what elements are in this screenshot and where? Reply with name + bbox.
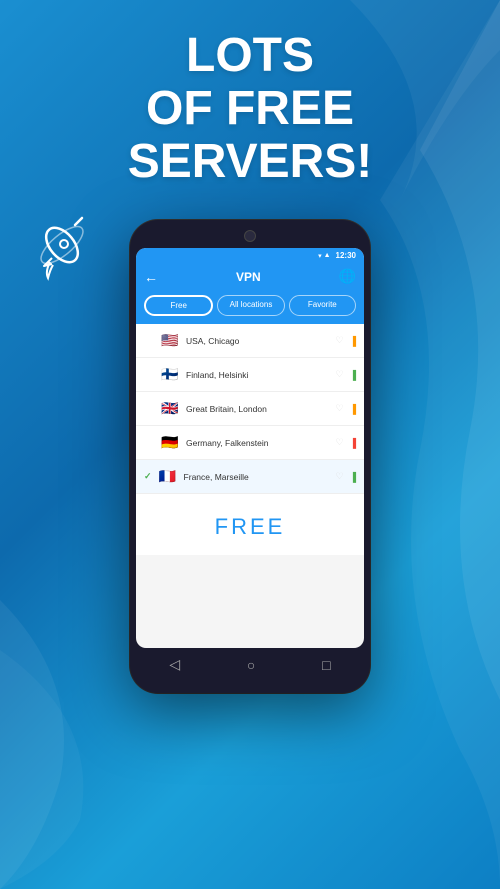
- nav-back-button[interactable]: ◁: [169, 656, 180, 673]
- tab-all-locations[interactable]: All locations: [217, 295, 284, 316]
- phone-mockup: ▾ ▲ 12:30 ← VPN 🌐 Free All locations: [130, 220, 370, 693]
- signal-usa: ▐: [350, 336, 356, 346]
- server-item-france[interactable]: ✓ 🇫🇷 France, Marseille ♡ ▐: [136, 460, 364, 494]
- server-item-gb[interactable]: 🇬🇧 Great Britain, London ♡ ▐: [136, 392, 364, 426]
- header-section: Lots of free servers!: [0, 30, 500, 188]
- status-bar: ▾ ▲ 12:30: [136, 248, 364, 263]
- heart-icon-france[interactable]: ♡: [336, 471, 344, 482]
- signal-icon: ▲: [324, 252, 331, 259]
- status-icons: ▾ ▲: [318, 252, 330, 260]
- server-list: 🇺🇸 USA, Chicago ♡ ▐ 🇫🇮 Finland, Helsinki…: [136, 324, 364, 494]
- tab-favorite[interactable]: Favorite: [289, 295, 356, 316]
- heart-icon-germany[interactable]: ♡: [336, 437, 344, 448]
- header-title: Lots of free servers!: [0, 30, 500, 188]
- app-header: ← VPN 🌐: [136, 263, 364, 290]
- heart-icon-usa[interactable]: ♡: [336, 335, 344, 346]
- server-item-usa[interactable]: 🇺🇸 USA, Chicago ♡ ▐: [136, 324, 364, 358]
- flag-germany: 🇩🇪: [160, 434, 180, 451]
- phone-nav-bar: ◁ ○ □: [136, 648, 364, 677]
- signal-finland: ▐: [350, 370, 356, 380]
- server-name-gb: Great Britain, London: [186, 404, 330, 414]
- free-area: FREE: [136, 494, 364, 555]
- tab-bar: Free All locations Favorite: [136, 290, 364, 324]
- tab-free[interactable]: Free: [144, 295, 213, 316]
- checkmark-france: ✓: [144, 471, 152, 482]
- globe-icon[interactable]: 🌐: [339, 268, 356, 285]
- phone-body: ▾ ▲ 12:30 ← VPN 🌐 Free All locations: [130, 220, 370, 693]
- heart-icon-finland[interactable]: ♡: [336, 369, 344, 380]
- status-time: 12:30: [336, 251, 356, 260]
- back-button[interactable]: ←: [144, 269, 158, 285]
- server-name-germany: Germany, Falkenstein: [186, 438, 330, 448]
- flag-gb: 🇬🇧: [160, 400, 180, 417]
- server-name-france: France, Marseille: [184, 472, 330, 482]
- signal-france: ▐: [350, 472, 356, 482]
- free-label: FREE: [136, 514, 364, 540]
- app-title: VPN: [236, 270, 261, 284]
- server-item-germany[interactable]: 🇩🇪 Germany, Falkenstein ♡ ▐: [136, 426, 364, 460]
- rocket-icon: [20, 210, 100, 290]
- server-name-finland: Finland, Helsinki: [186, 370, 330, 380]
- server-item-finland[interactable]: 🇫🇮 Finland, Helsinki ♡ ▐: [136, 358, 364, 392]
- nav-recent-button[interactable]: □: [322, 657, 330, 673]
- nav-home-button[interactable]: ○: [247, 657, 255, 673]
- phone-camera: [244, 230, 256, 242]
- heart-icon-gb[interactable]: ♡: [336, 403, 344, 414]
- phone-screen: ▾ ▲ 12:30 ← VPN 🌐 Free All locations: [136, 248, 364, 648]
- server-name-usa: USA, Chicago: [186, 336, 330, 346]
- signal-germany: ▐: [350, 438, 356, 448]
- flag-france: 🇫🇷: [158, 468, 178, 485]
- flag-finland: 🇫🇮: [160, 366, 180, 383]
- signal-gb: ▐: [350, 404, 356, 414]
- wifi-icon: ▾: [318, 252, 322, 260]
- flag-usa: 🇺🇸: [160, 332, 180, 349]
